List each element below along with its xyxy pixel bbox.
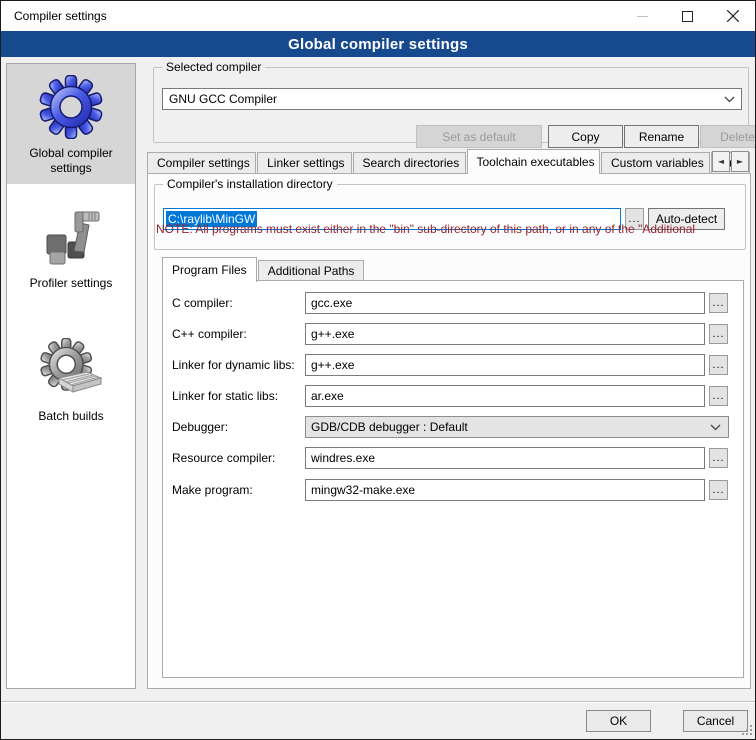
cpp-compiler-input[interactable]: g++.exe [305,323,705,345]
close-icon [727,10,739,22]
c-compiler-input[interactable]: gcc.exe [305,292,705,314]
sidebar-item-profiler-settings[interactable]: Profiler settings [7,194,135,299]
resource-compiler-input[interactable]: windres.exe [305,447,705,469]
make-program-input[interactable]: mingw32-make.exe [305,479,705,501]
tab-scroll-buttons: ◄ ► [711,151,749,172]
field-label: C++ compiler: [172,323,247,345]
settings-sidebar: Global compiler settings [6,63,136,689]
browse-button[interactable]: ... [709,386,728,406]
page-title: Global compiler settings [288,36,468,53]
group-label: Selected compiler [162,60,265,74]
title-bar[interactable]: Compiler settings [1,1,755,31]
program-files-panel: C compiler: gcc.exe ... C++ compiler: g+… [162,280,744,678]
caliper-icon [39,205,103,269]
form-row-c-compiler: C compiler: gcc.exe ... [163,292,743,314]
footer-separator [1,701,756,703]
settings-tab-bar: Compiler settings Linker settings Search… [147,149,751,173]
group-label: Compiler's installation directory [163,177,337,191]
form-row-resource-compiler: Resource compiler: windres.exe ... [163,447,743,469]
sidebar-item-batch-builds[interactable]: Batch builds [7,327,135,432]
field-label: Make program: [172,479,253,501]
compiler-settings-dialog: Compiler settings Global compiler se [0,0,756,740]
debugger-select[interactable]: GDB/CDB debugger : Default [305,416,729,438]
maximize-icon [682,11,693,22]
delete-button[interactable]: Delete [700,125,756,148]
linker-dynamic-input[interactable]: g++.exe [305,354,705,376]
field-label: Debugger: [172,416,228,438]
selected-compiler-group: Selected compiler GNU GCC Compiler Set a… [153,67,749,143]
form-row-debugger: Debugger: GDB/CDB debugger : Default [163,416,743,438]
cancel-button[interactable]: Cancel [683,710,748,732]
form-row-cpp-compiler: C++ compiler: g++.exe ... [163,323,743,345]
tab-program-files[interactable]: Program Files [162,257,257,282]
field-label: Linker for dynamic libs: [172,354,295,376]
toolchain-executables-page: Compiler's installation directory C:\ray… [147,173,751,689]
maximize-button[interactable] [665,1,710,31]
linker-static-input[interactable]: ar.exe [305,385,705,407]
field-label: Linker for static libs: [172,385,278,407]
field-label: Resource compiler: [172,447,275,469]
browse-button[interactable]: ... [709,448,728,468]
gear-stack-icon [39,338,103,402]
dialog-header: Global compiler settings [1,31,755,57]
note-text: NOTE: All programs must exist either in … [156,222,738,236]
form-row-linker-dynamic: Linker for dynamic libs: g++.exe ... [163,354,743,376]
tab-compiler-settings[interactable]: Compiler settings [147,152,256,173]
installation-directory-group: Compiler's installation directory C:\ray… [154,184,746,250]
tab-toolchain-executables[interactable]: Toolchain executables [467,149,601,174]
minimize-button[interactable] [620,1,665,31]
compiler-buttons-row: Set as default Copy Rename Delete Reset … [416,125,756,148]
tab-linker-settings[interactable]: Linker settings [257,152,351,173]
chevron-down-icon [724,96,735,103]
tab-search-directories[interactable]: Search directories [353,152,466,173]
compiler-select-value: GNU GCC Compiler [169,92,277,106]
browse-button[interactable]: ... [709,480,728,500]
program-files-tab-bar: Program Files Additional Paths [162,256,365,281]
form-row-make-program: Make program: mingw32-make.exe ... [163,479,743,501]
close-button[interactable] [710,1,755,31]
field-label: C compiler: [172,292,233,314]
tab-scroll-left-icon[interactable]: ◄ [712,151,730,172]
sidebar-item-label: Profiler settings [7,272,135,299]
dialog-body: Global compiler settings [1,57,756,740]
gear-blue-icon [39,75,103,139]
compiler-select[interactable]: GNU GCC Compiler [162,88,742,110]
tab-scroll-right-icon[interactable]: ► [731,151,749,172]
debugger-select-value: GDB/CDB debugger : Default [311,420,468,434]
tab-additional-paths[interactable]: Additional Paths [258,260,365,281]
window-title: Compiler settings [14,9,107,23]
browse-button[interactable]: ... [709,355,728,375]
chevron-down-icon [710,424,721,431]
copy-button[interactable]: Copy [548,125,623,148]
form-row-linker-static: Linker for static libs: ar.exe ... [163,385,743,407]
minimize-icon [637,11,648,22]
rename-button[interactable]: Rename [624,125,699,148]
resize-grip-icon[interactable] [750,733,752,735]
sidebar-item-global-compiler-settings[interactable]: Global compiler settings [7,64,135,184]
browse-button[interactable]: ... [709,324,728,344]
tab-custom-variables[interactable]: Custom variables [601,152,710,173]
sidebar-item-label: Batch builds [7,405,135,432]
browse-button[interactable]: ... [709,293,728,313]
sidebar-item-label: Global compiler settings [7,142,135,184]
ok-button[interactable]: OK [586,710,651,732]
set-as-default-button[interactable]: Set as default [416,125,542,148]
